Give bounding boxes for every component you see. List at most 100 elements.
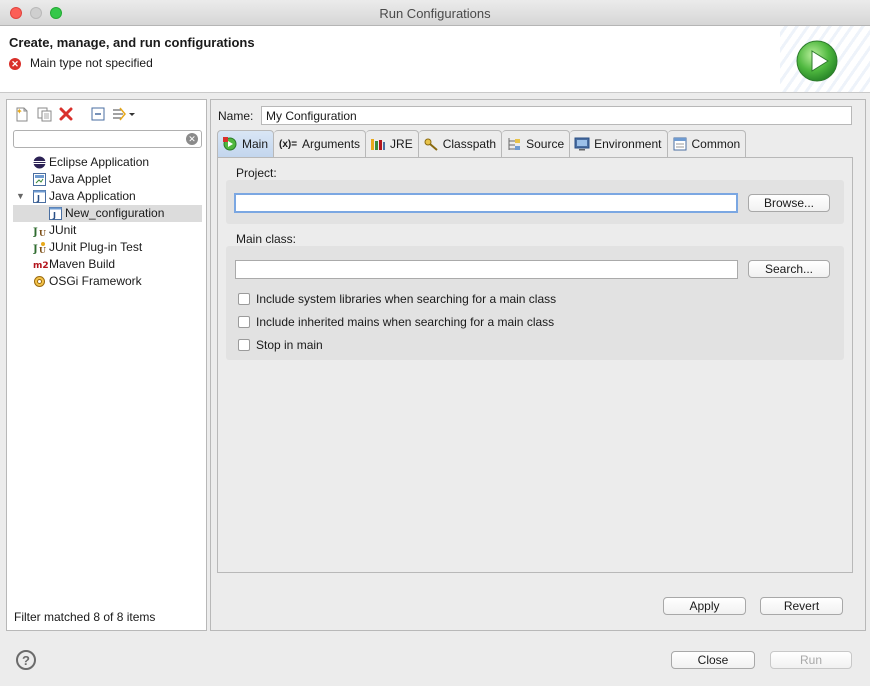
revert-button[interactable]: Revert (760, 597, 843, 615)
banner-message: Main type not specified (30, 56, 153, 70)
filter-field[interactable]: ✕ (13, 130, 202, 148)
close-button[interactable]: Close (671, 651, 755, 669)
new-config-icon[interactable]: ✦ (13, 105, 31, 123)
svg-text:U: U (39, 228, 46, 237)
tree-item-eclipse-application[interactable]: Eclipse Application (13, 154, 202, 171)
tree-item-junit-plugin-test[interactable]: JU JUnit Plug-in Test (13, 239, 202, 256)
main-tab-content: Project: Browse... Main class: Search...… (217, 157, 853, 573)
tree-item-label: Java Application (49, 189, 136, 203)
stop-in-main-checkbox[interactable]: Stop in main (238, 338, 323, 352)
configuration-tree: Eclipse Application Java Applet ▼ J Java… (13, 154, 202, 290)
java-application-icon: J (49, 207, 62, 220)
tree-item-osgi-framework[interactable]: OSGi Framework (13, 273, 202, 290)
include-system-libraries-checkbox[interactable]: Include system libraries when searching … (238, 292, 556, 306)
include-inherited-mains-checkbox[interactable]: Include inherited mains when searching f… (238, 315, 554, 329)
tree-item-maven-build[interactable]: m2 Maven Build (13, 256, 202, 273)
project-group: Browse... (226, 180, 844, 224)
main-tab-icon (222, 137, 238, 151)
checkbox-label: Include inherited mains when searching f… (256, 315, 555, 329)
tree-item-label: New_configuration (65, 206, 165, 220)
tab-main[interactable]: Main (217, 130, 275, 158)
tab-arguments[interactable]: (x)= Arguments (274, 130, 367, 158)
duplicate-icon[interactable] (35, 105, 53, 123)
svg-text:✦: ✦ (16, 107, 23, 116)
filter-status: Filter matched 8 of 8 items (14, 610, 156, 624)
delete-icon[interactable] (57, 105, 75, 123)
tab-bar: Main (x)= Arguments JRE Classpath Source (217, 130, 747, 158)
checkbox-box[interactable] (238, 339, 250, 351)
browse-button[interactable]: Browse... (748, 194, 830, 212)
tree-item-new-configuration[interactable]: J New_configuration (13, 205, 202, 222)
tree-item-label: JUnit (49, 223, 77, 237)
jre-icon (370, 137, 386, 151)
junit-icon: JU (33, 227, 46, 237)
left-toolbar: ✦ (13, 104, 137, 124)
expand-twisty-icon[interactable]: ▼ (16, 188, 25, 205)
tree-item-label: Maven Build (49, 257, 116, 271)
svg-text:J: J (33, 244, 38, 254)
tab-label: Common (691, 137, 741, 151)
configuration-list-pane: ✦ ✕ Eclipse Application Java Applet ▼ J … (6, 99, 207, 631)
tree-item-junit[interactable]: JU JUnit (13, 222, 202, 239)
tab-jre[interactable]: JRE (366, 130, 419, 158)
run-button[interactable]: Run (770, 651, 852, 669)
tab-label: Source (526, 137, 565, 151)
environment-icon (574, 137, 590, 151)
title-bar: Run Configurations (0, 0, 870, 26)
junit-plugin-icon: JU (33, 242, 46, 254)
source-icon (506, 137, 522, 151)
tab-label: Arguments (302, 137, 361, 151)
tree-item-java-application[interactable]: ▼ J Java Application (13, 188, 202, 205)
apply-button[interactable]: Apply (663, 597, 746, 615)
main-class-label: Main class: (236, 232, 297, 246)
tab-source[interactable]: Source (502, 130, 571, 158)
filter-input[interactable] (18, 131, 186, 147)
osgi-icon (34, 276, 45, 287)
banner-title: Create, manage, and run configurations (9, 35, 255, 50)
project-field[interactable] (234, 193, 738, 213)
common-icon (672, 137, 688, 151)
tab-classpath[interactable]: Classpath (418, 130, 503, 158)
tab-environment[interactable]: Environment (570, 130, 668, 158)
main-class-field[interactable] (235, 260, 738, 279)
checkbox-box[interactable] (238, 293, 250, 305)
tree-item-label: JUnit Plug-in Test (49, 240, 143, 254)
run-large-icon (796, 40, 838, 82)
filter-icon[interactable] (111, 105, 137, 123)
tab-label: Main (242, 137, 269, 151)
window-title: Run Configurations (379, 6, 491, 21)
tab-common[interactable]: Common (667, 130, 747, 158)
configuration-editor-pane: Name: Main (x)= Arguments JRE Classpath (210, 99, 866, 631)
project-label: Project: (236, 166, 277, 180)
checkbox-label: Include system libraries when searching … (256, 292, 557, 306)
svg-text:m2: m2 (33, 261, 49, 271)
search-button[interactable]: Search... (748, 260, 830, 278)
collapse-all-icon[interactable] (89, 105, 107, 123)
clear-filter-icon[interactable]: ✕ (186, 133, 198, 145)
svg-text:J: J (36, 194, 40, 203)
tree-item-java-applet[interactable]: Java Applet (13, 171, 202, 188)
checkbox-box[interactable] (238, 316, 250, 328)
name-field[interactable] (261, 106, 852, 125)
name-label: Name: (218, 109, 254, 123)
svg-text:J: J (33, 227, 38, 237)
arguments-icon: (x)= (278, 138, 298, 150)
main-class-group: Search... Include system libraries when … (226, 246, 844, 360)
classpath-icon (423, 137, 439, 151)
tree-item-label: Java Applet (49, 172, 112, 186)
tree-item-label: OSGi Framework (49, 274, 142, 288)
error-icon: ✕ (9, 58, 21, 70)
java-application-icon: J (33, 190, 46, 203)
checkbox-label: Stop in main (256, 338, 323, 352)
svg-text:J: J (52, 211, 56, 220)
eclipse-icon (33, 156, 46, 169)
maven-icon: m2 (33, 261, 49, 271)
tab-label: Environment (594, 137, 662, 151)
svg-text:U: U (39, 245, 46, 254)
tab-label: JRE (390, 137, 413, 151)
tab-label: Classpath (442, 137, 497, 151)
help-icon[interactable]: ? (16, 650, 36, 670)
java-applet-icon (33, 173, 46, 186)
tree-item-label: Eclipse Application (49, 155, 150, 169)
header-banner: Create, manage, and run configurations ✕… (0, 26, 870, 93)
